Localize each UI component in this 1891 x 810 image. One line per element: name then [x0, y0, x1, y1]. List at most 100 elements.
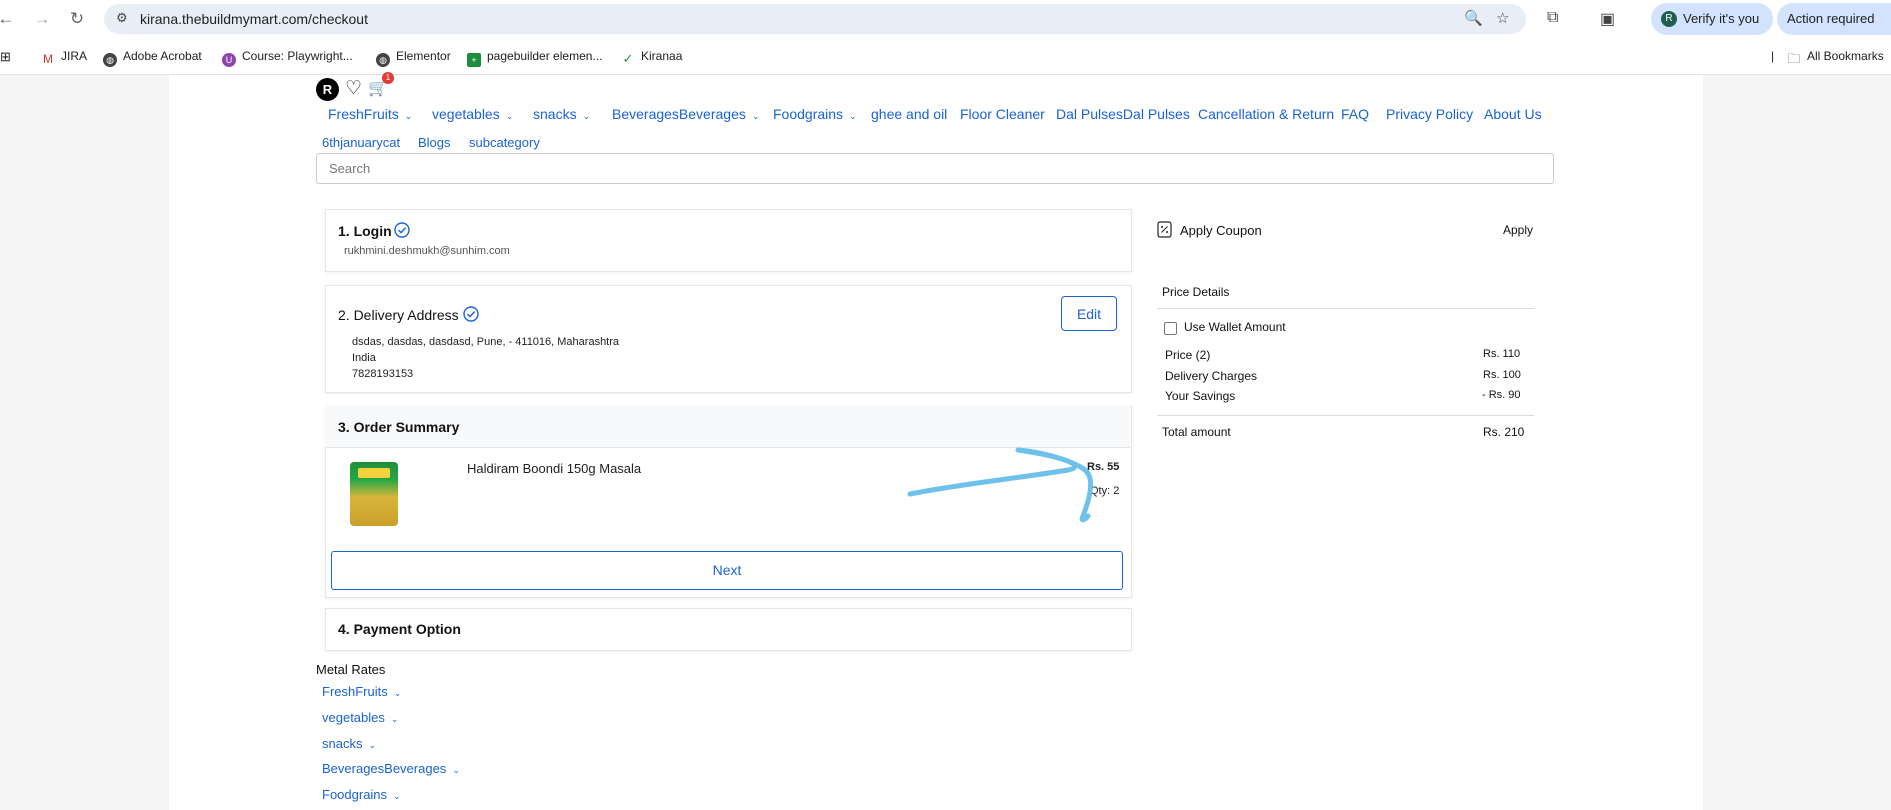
product-quantity: Qty: 2 [1090, 485, 1120, 497]
forward-icon[interactable]: → [32, 9, 52, 29]
edit-address-button[interactable]: Edit [1061, 296, 1117, 331]
total-amount-value: Rs. 210 [1483, 425, 1525, 439]
chevron-down-icon: ⌄ [582, 111, 591, 121]
bookmark-pagebuilder[interactable]: + pagebuilder elemen... [467, 49, 602, 67]
coupon-icon [1157, 221, 1172, 238]
login-card [325, 209, 1132, 272]
chevron-down-icon: ⌄ [751, 111, 760, 121]
total-amount-label: Total amount [1162, 425, 1231, 439]
price-row-label: Price (2) [1165, 348, 1211, 362]
bookmark-course-playwright[interactable]: U Course: Playwright... [222, 49, 353, 67]
footer-link-freshfruits[interactable]: FreshFruits ⌄ [322, 684, 401, 699]
login-step-title: 1. Login [338, 223, 392, 239]
savings-value: - Rs. 90 [1482, 389, 1521, 401]
footer-link-beverages[interactable]: BeveragesBeverages ⌄ [322, 761, 460, 776]
back-icon[interactable]: ← [0, 9, 16, 29]
product-image [350, 462, 398, 526]
nav-6thjanuarycat[interactable]: 6thjanuarycat [322, 135, 400, 150]
footer-link-foodgrains[interactable]: Foodgrains ⌄ [322, 787, 401, 802]
nav-subcategory[interactable]: subcategory [469, 135, 540, 150]
address-phone: 7828193153 [352, 368, 414, 380]
nav-ghee-and-oil[interactable]: ghee and oil [871, 106, 947, 122]
address-country: India [352, 352, 376, 364]
chevron-down-icon: ⌄ [452, 765, 460, 775]
payment-option-title: 4. Payment Option [338, 621, 461, 637]
user-avatar[interactable]: R [316, 78, 339, 101]
sheets-icon: + [467, 53, 481, 67]
nav-snacks[interactable]: snacks ⌄ [533, 106, 590, 122]
all-bookmarks[interactable]: 🗀 All Bookmarks [1787, 49, 1883, 66]
globe-icon: ◍ [103, 53, 117, 67]
divider [1157, 415, 1534, 416]
chevron-down-icon: ⌄ [505, 111, 514, 121]
use-wallet-checkbox[interactable] [1164, 322, 1177, 335]
nav-privacy-policy[interactable]: Privacy Policy [1386, 106, 1473, 122]
use-wallet-label: Use Wallet Amount [1184, 320, 1286, 334]
price-details-title: Price Details [1162, 285, 1230, 299]
nav-freshfruits[interactable]: FreshFruits ⌄ [328, 106, 412, 122]
bookmarks-bar: ⊞ M JIRA ◍ Adobe Acrobat U Course: Playwrig… [0, 38, 1891, 75]
chevron-down-icon: ⌄ [393, 791, 401, 801]
zoom-icon[interactable]: 🔍 [1464, 9, 1483, 27]
jira-icon: M [43, 52, 53, 66]
check-circle-icon [463, 306, 479, 322]
bookmark-jira[interactable]: M JIRA [41, 49, 87, 66]
bookmark-kiranaa[interactable]: ✓ Kiranaa [621, 49, 683, 66]
globe-icon: ◍ [376, 53, 390, 67]
nav-beverages[interactable]: BeveragesBeverages ⌄ [612, 106, 759, 122]
search-input[interactable] [316, 153, 1554, 184]
verify-identity-button[interactable]: R Verify it's you [1651, 3, 1773, 35]
next-button[interactable]: Next [331, 551, 1123, 590]
product-price: Rs. 55 [1087, 461, 1120, 473]
nav-blogs[interactable]: Blogs [418, 135, 451, 150]
profile-avatar: R [1661, 11, 1677, 27]
check-circle-icon [394, 222, 410, 238]
action-required-button[interactable]: Action required [1777, 3, 1891, 35]
tab-search-icon[interactable]: ▣ [1600, 9, 1615, 29]
check-circle-icon: ✓ [622, 51, 634, 66]
action-required-label: Action required [1787, 11, 1875, 26]
chevron-down-icon: ⌄ [404, 111, 413, 121]
footer-link-snacks[interactable]: snacks ⌄ [322, 736, 376, 751]
chevron-down-icon: ⌄ [390, 714, 399, 724]
delivery-charges-value: Rs. 100 [1483, 369, 1521, 381]
bookmark-elementor[interactable]: ◍ Elementor [376, 49, 451, 67]
bookmarks-divider: | [1771, 49, 1775, 63]
nav-floor-cleaner[interactable]: Floor Cleaner [960, 106, 1045, 122]
address-bar[interactable]: ⚙ kirana.thebuildmymart.com/checkout 🔍 ☆ [104, 4, 1526, 34]
nav-about-us[interactable]: About Us [1484, 106, 1542, 122]
product-name: Haldiram Boondi 150g Masala [467, 461, 642, 476]
chevron-down-icon: ⌄ [368, 740, 377, 750]
cart-count-badge: 1 [382, 72, 394, 84]
course-icon: U [222, 53, 236, 67]
reload-icon[interactable]: ↻ [67, 9, 87, 29]
footer-link-vegetables[interactable]: vegetables ⌄ [322, 710, 398, 725]
apply-coupon-button[interactable]: Apply [1503, 223, 1533, 237]
divider [1157, 308, 1534, 309]
delivery-step-title: 2. Delivery Address [338, 307, 459, 323]
nav-cancellation-return[interactable]: Cancellation & Return [1198, 106, 1334, 122]
chevron-down-icon: ⌄ [849, 111, 857, 121]
nav-faq[interactable]: FAQ [1341, 106, 1369, 122]
price-row-value: Rs. 110 [1483, 348, 1521, 360]
chevron-down-icon: ⌄ [393, 688, 402, 698]
nav-foodgrains[interactable]: Foodgrains ⌄ [773, 106, 857, 122]
nav-vegetables[interactable]: vegetables ⌄ [432, 106, 513, 122]
delivery-charges-label: Delivery Charges [1165, 369, 1258, 383]
url-text: kirana.thebuildmymart.com/checkout [140, 11, 368, 27]
site-info-icon[interactable]: ⚙ [116, 10, 128, 26]
wishlist-heart-icon[interactable]: ♡ [345, 77, 362, 100]
savings-label: Your Savings [1165, 389, 1236, 403]
order-summary-title: 3. Order Summary [338, 419, 460, 435]
bookmark-adobe-acrobat[interactable]: ◍ Adobe Acrobat [103, 49, 202, 67]
login-email: rukhmini.deshmukh@sunhim.com [344, 245, 510, 257]
bookmark-star-icon[interactable]: ☆ [1496, 9, 1509, 27]
apps-grid-icon[interactable]: ⊞ [0, 49, 11, 65]
metal-rates-heading: Metal Rates [316, 662, 386, 677]
nav-dal-pulses[interactable]: Dal PulsesDal Pulses [1056, 106, 1190, 122]
browser-toolbar: ← → ↻ ⚙ kirana.thebuildmymart.com/checko… [0, 0, 1891, 38]
extensions-icon[interactable]: ⧉ [1547, 9, 1558, 27]
folder-icon: 🗀 [1787, 51, 1801, 66]
address-line-1: dsdas, dasdas, dasdasd, Pune, - 411016, … [352, 336, 620, 348]
apply-coupon-label[interactable]: Apply Coupon [1180, 223, 1262, 238]
